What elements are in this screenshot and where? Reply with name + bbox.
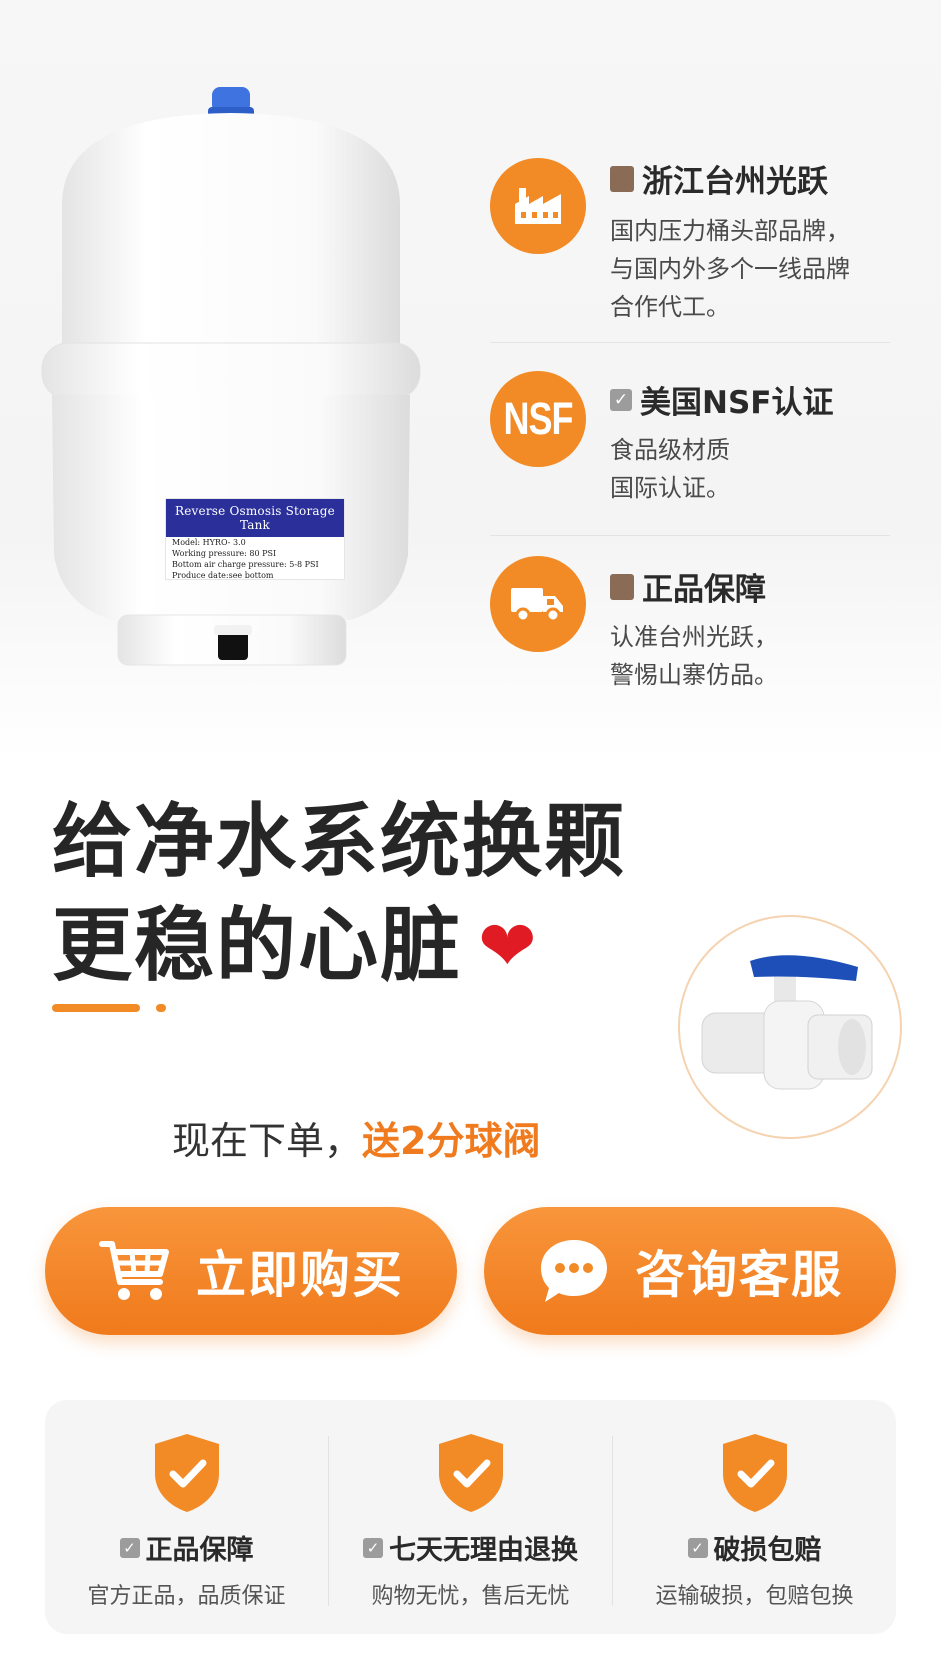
pressure-tank-image: Reverse Osmosis Storage Tank Model: HYRO… [40,85,450,725]
tank-label-heading: Reverse Osmosis Storage Tank [166,499,344,537]
customer-service-label: 咨询客服 [635,1246,843,1304]
promo-text: 现在下单，送2分球阀 [172,1119,541,1163]
tank-label-air-pressure: Bottom air charge pressure: 5-8 PSI [172,560,319,569]
cart-icon [98,1238,172,1304]
box-icon [610,165,634,192]
checkbox-icon: ✓ [687,1537,708,1558]
feature-description: 国内压力桶头部品牌， 与国内外多个一线品牌 合作代工。 [610,217,850,321]
checkbox-icon: ✓ [119,1537,140,1558]
feature-list: 浙江台州光跃 国内压力桶头部品牌， 与国内外多个一线品牌 合作代工。 NSF ✓… [490,150,890,728]
checkbox-icon: ✓ [610,388,632,411]
shield-check-icon [723,1434,787,1512]
ball-valve-image [678,915,902,1139]
checkbox-icon: ✓ [363,1537,383,1558]
feature-title: 浙江台州光跃 [610,156,828,201]
buy-now-label: 立即购买 [196,1246,404,1304]
heart-icon: ❤ [478,905,539,987]
guarantee-item: ✓ 正品保障 官方正品，品质保证 [45,1400,328,1634]
shield-check-icon [439,1434,503,1512]
page-headline: 给净水系统换颗 更稳的心脏 ❤ [52,790,626,998]
headline-line-2: 更稳的心脏 ❤ [52,894,626,998]
nsf-badge: NSF [490,371,586,467]
guarantee-title: ✓ 七天无理由退换 [329,1528,612,1567]
accent-divider-dot [156,1004,166,1012]
guarantee-title: ✓ 破损包赔 [613,1528,896,1567]
feature-title: ✓ 美国NSF认证 [610,377,833,422]
feature-brand: 浙江台州光跃 国内压力桶头部品牌， 与国内外多个一线品牌 合作代工。 [490,150,890,342]
truck-icon [490,556,586,652]
feature-title: 正品保障 [610,564,766,609]
box-icon [610,573,634,600]
guarantee-description: 购物无忧，售后无忧 [371,1584,570,1609]
tank-body-icon [41,87,421,666]
feature-genuine: 正品保障 认准台州光跃， 警惕山寨仿品。 [490,535,890,728]
customer-service-button[interactable]: 咨询客服 [484,1207,896,1335]
tank-label-working-pressure: Working pressure: 80 PSI [172,549,277,558]
guarantee-description: 官方正品，品质保证 [87,1584,286,1609]
headline-line-1: 给净水系统换颗 [52,795,626,888]
feature-description: 食品级材质 国际认证。 [610,436,730,502]
guarantee-description: 运输破损，包赔包换 [655,1584,854,1609]
shield-check-icon [155,1434,219,1512]
accent-divider [52,1004,140,1012]
buy-now-button[interactable]: 立即购买 [45,1207,457,1335]
feature-description: 认准台州光跃， 警惕山寨仿品。 [610,623,778,689]
guarantee-panel: ✓ 正品保障 官方正品，品质保证 ✓ 七天无理由退换 购物无忧，售后无忧 ✓ 破… [45,1400,896,1634]
guarantee-item: ✓ 七天无理由退换 购物无忧，售后无忧 [329,1400,612,1634]
guarantee-title: ✓ 正品保障 [45,1528,328,1567]
factory-icon [490,158,586,254]
ball-valve-icon [701,955,873,1090]
guarantee-item: ✓ 破损包赔 运输破损，包赔包换 [613,1400,896,1634]
tank-spec-label: Reverse Osmosis Storage Tank Model: HYRO… [166,499,344,580]
tank-label-model: Model: HYRO- 3.0 [172,538,246,547]
feature-nsf: NSF ✓ 美国NSF认证 食品级材质 国际认证。 [490,342,890,535]
chat-bubble-icon [537,1236,611,1306]
tank-label-produce-date: Produce date:see bottom [172,571,274,580]
